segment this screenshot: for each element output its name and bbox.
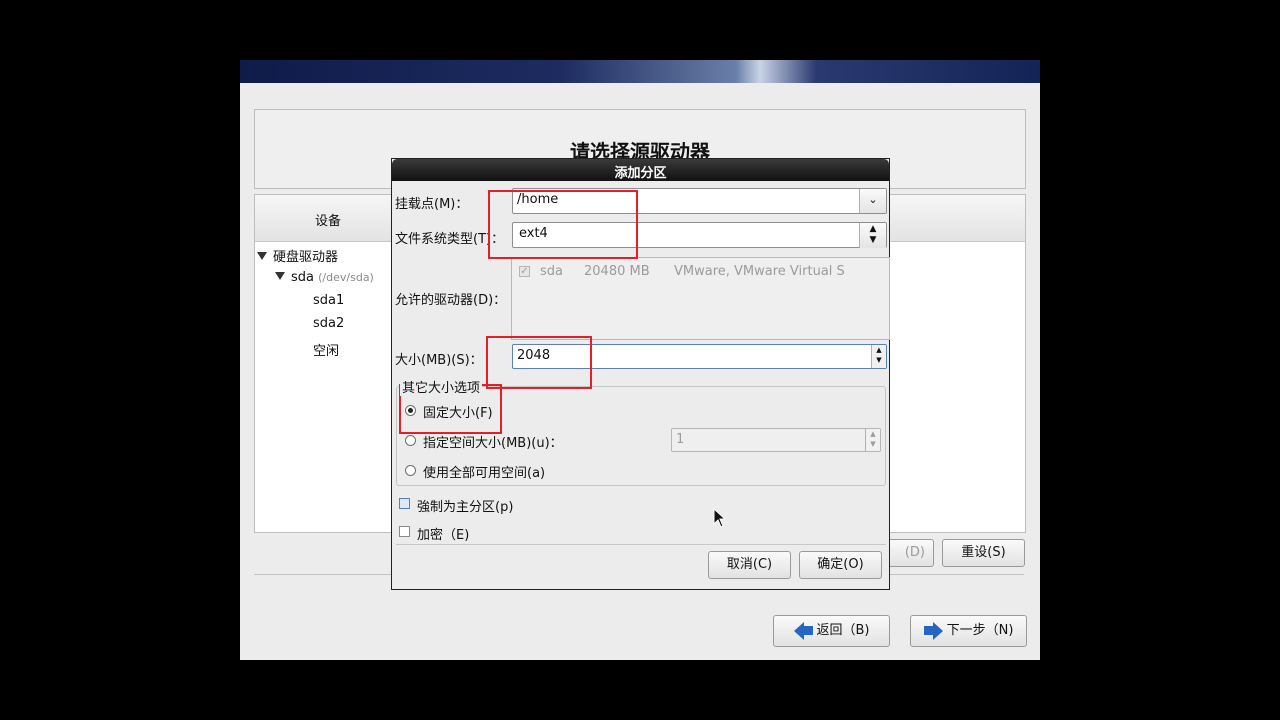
next-button-label: 下一步（N) (946, 623, 1014, 638)
drive-name: sda (540, 264, 563, 279)
highlight-box-size (486, 336, 592, 389)
tree-item-sda1[interactable]: sda1 (313, 293, 344, 308)
cancel-button[interactable]: 取消(C) (708, 551, 791, 579)
dialog-titlebar[interactable]: 添加分区 (392, 159, 889, 181)
encrypt-label[interactable]: 加密（E) (417, 524, 469, 543)
tree-item-free[interactable]: 空闲 (313, 340, 339, 359)
drive-model: VMware, VMware Virtual S (674, 264, 845, 279)
next-arrow-icon (932, 621, 943, 640)
size-label: 大小(MB)(S)： (395, 353, 483, 368)
tree-item-hard-drives[interactable]: 硬盘驱动器 (257, 246, 338, 265)
force-primary-checkbox[interactable] (399, 498, 410, 509)
encrypt-checkbox[interactable] (399, 526, 410, 537)
drive-size: 20480 MB (584, 264, 650, 279)
fill-all-radio[interactable] (405, 465, 416, 476)
disk-path: (/dev/sda) (318, 271, 374, 284)
select-arrows-icon[interactable]: ▲ ▼ (859, 223, 886, 248)
mouse-cursor-icon (713, 508, 725, 528)
dialog-title: 添加分区 (614, 166, 667, 181)
drive-checkbox: ✓ (519, 266, 530, 277)
max-size-input[interactable]: 1 ▲ ▼ (671, 428, 881, 452)
tree-item-label: 硬盘驱动器 (273, 250, 339, 265)
other-size-group-label: 其它大小选项 (400, 377, 483, 396)
tree-item-sda[interactable]: sda (/dev/sda) (275, 270, 374, 285)
back-button[interactable]: 返回（B) (773, 615, 890, 647)
mount-point-label: 挂载点(M)： (395, 197, 469, 212)
allowed-drives-label: 允许的驱动器(D)： (395, 293, 507, 308)
max-size-value: 1 (676, 432, 685, 447)
add-partition-dialog: 添加分区 挂载点(M)： /home ⌄ 文件系统类型(T)： ext4 ▲ ▼ … (391, 158, 890, 590)
max-size-spinner-icon[interactable]: ▲ ▼ (865, 429, 880, 451)
ok-button[interactable]: 确定(O) (799, 551, 882, 579)
chevron-down-icon[interactable]: ⌄ (859, 189, 886, 213)
next-arrow-icon-body (923, 626, 933, 635)
expander-icon[interactable] (257, 252, 267, 260)
back-button-label: 返回（B) (816, 623, 870, 638)
fill-max-radio[interactable] (405, 435, 416, 446)
reset-button[interactable]: 重设(S) (942, 539, 1025, 567)
device-header-label: 设备 (315, 214, 342, 229)
back-arrow-icon-body (803, 626, 813, 635)
highlight-box-mount-fstype (488, 190, 638, 259)
next-button[interactable]: 下一步（N) (910, 615, 1027, 647)
size-spinner-icon[interactable]: ▲ ▼ (871, 345, 886, 368)
tree-item-label: sda (291, 270, 314, 285)
expander-icon[interactable] (275, 272, 285, 280)
fill-all-label[interactable]: 使用全部可用空间(a) (423, 462, 545, 481)
tree-item-sda2[interactable]: sda2 (313, 316, 344, 331)
allowed-drives-list: ✓ sda 20480 MB VMware, VMware Virtual S (511, 257, 890, 340)
fill-max-label[interactable]: 指定空间大小(MB)(u)： (423, 432, 563, 451)
dialog-separator (396, 544, 886, 545)
installer-banner (240, 60, 1040, 83)
force-primary-label[interactable]: 強制为主分区(p) (417, 496, 513, 515)
back-arrow-icon (793, 621, 804, 640)
